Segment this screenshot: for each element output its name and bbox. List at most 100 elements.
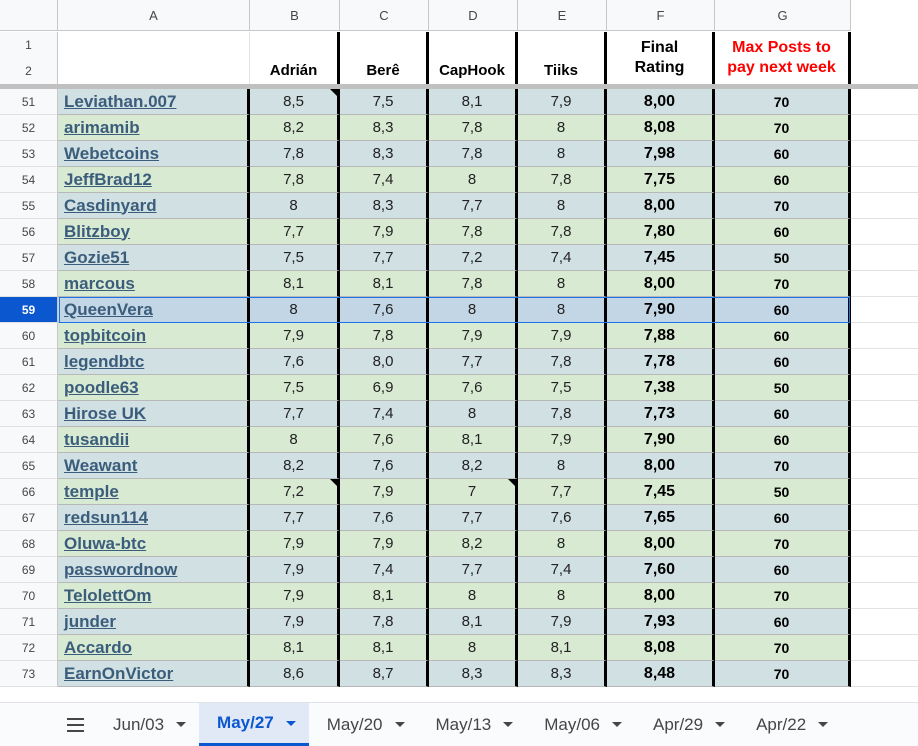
row-number[interactable]: 60 [0, 323, 58, 349]
score-bere[interactable]: 8,1 [340, 271, 429, 297]
score-adrian[interactable]: 7,9 [250, 531, 340, 557]
score-tiiks[interactable]: 7,8 [518, 349, 607, 375]
score-adrian[interactable]: 8,2 [250, 115, 340, 141]
score-tiiks[interactable]: 8 [518, 583, 607, 609]
score-tiiks[interactable]: 8 [518, 531, 607, 557]
final-rating-value[interactable]: 7,90 [607, 427, 715, 453]
row-number[interactable]: 58 [0, 271, 58, 297]
sheet-tab[interactable]: May/20 [309, 703, 418, 746]
username-link[interactable]: QueenVera [58, 297, 250, 323]
score-tiiks[interactable]: 8,3 [518, 661, 607, 687]
username-link[interactable]: junder [58, 609, 250, 635]
row-number[interactable]: 67 [0, 505, 58, 531]
score-tiiks[interactable]: 7,9 [518, 323, 607, 349]
score-caphook[interactable]: 8,1 [429, 609, 518, 635]
final-rating-value[interactable]: 8,48 [607, 661, 715, 687]
score-adrian[interactable]: 7,5 [250, 375, 340, 401]
column-header-a[interactable]: A [58, 0, 250, 31]
header-cell-a[interactable] [58, 32, 250, 84]
score-caphook[interactable]: 7,7 [429, 557, 518, 583]
score-bere[interactable]: 6,9 [340, 375, 429, 401]
row-number[interactable]: 69 [0, 557, 58, 583]
score-caphook[interactable]: 7,6 [429, 375, 518, 401]
row-number[interactable]: 71 [0, 609, 58, 635]
caret-down-icon[interactable] [818, 722, 829, 727]
score-bere[interactable]: 8,3 [340, 193, 429, 219]
score-tiiks[interactable]: 7,8 [518, 219, 607, 245]
score-adrian[interactable]: 8,2 [250, 453, 340, 479]
header-max-posts[interactable]: Max Posts to pay next week [715, 32, 851, 84]
column-header-e[interactable]: E [518, 0, 607, 31]
row-number[interactable]: 65 [0, 453, 58, 479]
username-link[interactable]: Blitzboy [58, 219, 250, 245]
score-tiiks[interactable]: 7,8 [518, 401, 607, 427]
score-adrian[interactable]: 8,1 [250, 635, 340, 661]
score-adrian[interactable]: 8,6 [250, 661, 340, 687]
score-adrian[interactable]: 7,9 [250, 583, 340, 609]
username-link[interactable]: arimamib [58, 115, 250, 141]
row-number[interactable]: 61 [0, 349, 58, 375]
score-bere[interactable]: 7,6 [340, 453, 429, 479]
score-bere[interactable]: 7,4 [340, 557, 429, 583]
username-link[interactable]: Oluwa-btc [58, 531, 250, 557]
final-rating-value[interactable]: 7,45 [607, 479, 715, 505]
final-rating-value[interactable]: 7,93 [607, 609, 715, 635]
final-rating-value[interactable]: 7,73 [607, 401, 715, 427]
row-number[interactable]: 72 [0, 635, 58, 661]
final-rating-value[interactable]: 8,00 [607, 271, 715, 297]
final-rating-value[interactable]: 7,80 [607, 219, 715, 245]
hamburger-menu-icon[interactable] [55, 703, 95, 746]
sheet-tab[interactable]: May/13 [418, 703, 527, 746]
row-number[interactable]: 52 [0, 115, 58, 141]
max-posts-value[interactable]: 70 [715, 193, 851, 219]
sheet-tab[interactable]: Apr/29 [635, 703, 738, 746]
final-rating-value[interactable]: 7,90 [607, 297, 715, 323]
score-bere[interactable]: 8,0 [340, 349, 429, 375]
score-bere[interactable]: 7,8 [340, 609, 429, 635]
score-bere[interactable]: 7,4 [340, 401, 429, 427]
score-caphook[interactable]: 7,8 [429, 141, 518, 167]
score-caphook[interactable]: 8,3 [429, 661, 518, 687]
score-tiiks[interactable]: 8 [518, 193, 607, 219]
score-caphook[interactable]: 7,2 [429, 245, 518, 271]
score-tiiks[interactable]: 7,9 [518, 89, 607, 115]
row-number[interactable]: 62 [0, 375, 58, 401]
header-reviewer-bere[interactable]: Berê [340, 32, 429, 84]
max-posts-value[interactable]: 70 [715, 583, 851, 609]
username-link[interactable]: EarnOnVictor [58, 661, 250, 687]
username-link[interactable]: JeffBrad12 [58, 167, 250, 193]
header-reviewer-caphook[interactable]: CapHook [429, 32, 518, 84]
max-posts-value[interactable]: 70 [715, 271, 851, 297]
max-posts-value[interactable]: 60 [715, 167, 851, 193]
score-bere[interactable]: 8,7 [340, 661, 429, 687]
max-posts-value[interactable]: 50 [715, 375, 851, 401]
score-tiiks[interactable]: 7,7 [518, 479, 607, 505]
score-bere[interactable]: 8,3 [340, 115, 429, 141]
username-link[interactable]: poodle63 [58, 375, 250, 401]
final-rating-value[interactable]: 8,00 [607, 583, 715, 609]
header-reviewer-tiiks[interactable]: Tiiks [518, 32, 607, 84]
row-number[interactable]: 55 [0, 193, 58, 219]
score-adrian[interactable]: 7,9 [250, 557, 340, 583]
score-bere[interactable]: 8,3 [340, 141, 429, 167]
column-header-f[interactable]: F [607, 0, 715, 31]
score-caphook[interactable]: 8 [429, 167, 518, 193]
score-adrian[interactable]: 8,1 [250, 271, 340, 297]
score-bere[interactable]: 7,6 [340, 297, 429, 323]
score-bere[interactable]: 7,5 [340, 89, 429, 115]
max-posts-value[interactable]: 70 [715, 89, 851, 115]
row-number[interactable]: 70 [0, 583, 58, 609]
score-adrian[interactable]: 7,7 [250, 505, 340, 531]
score-adrian[interactable]: 7,6 [250, 349, 340, 375]
score-adrian[interactable]: 8 [250, 427, 340, 453]
score-caphook[interactable]: 8 [429, 635, 518, 661]
username-link[interactable]: tusandii [58, 427, 250, 453]
row-header-1-2[interactable]: 1 2 [0, 32, 58, 84]
column-header-g[interactable]: G [715, 0, 851, 31]
final-rating-value[interactable]: 8,00 [607, 193, 715, 219]
sheet-tab[interactable]: May/06 [526, 703, 635, 746]
final-rating-value[interactable]: 7,98 [607, 141, 715, 167]
max-posts-value[interactable]: 60 [715, 557, 851, 583]
score-tiiks[interactable]: 8 [518, 141, 607, 167]
score-bere[interactable]: 7,9 [340, 479, 429, 505]
